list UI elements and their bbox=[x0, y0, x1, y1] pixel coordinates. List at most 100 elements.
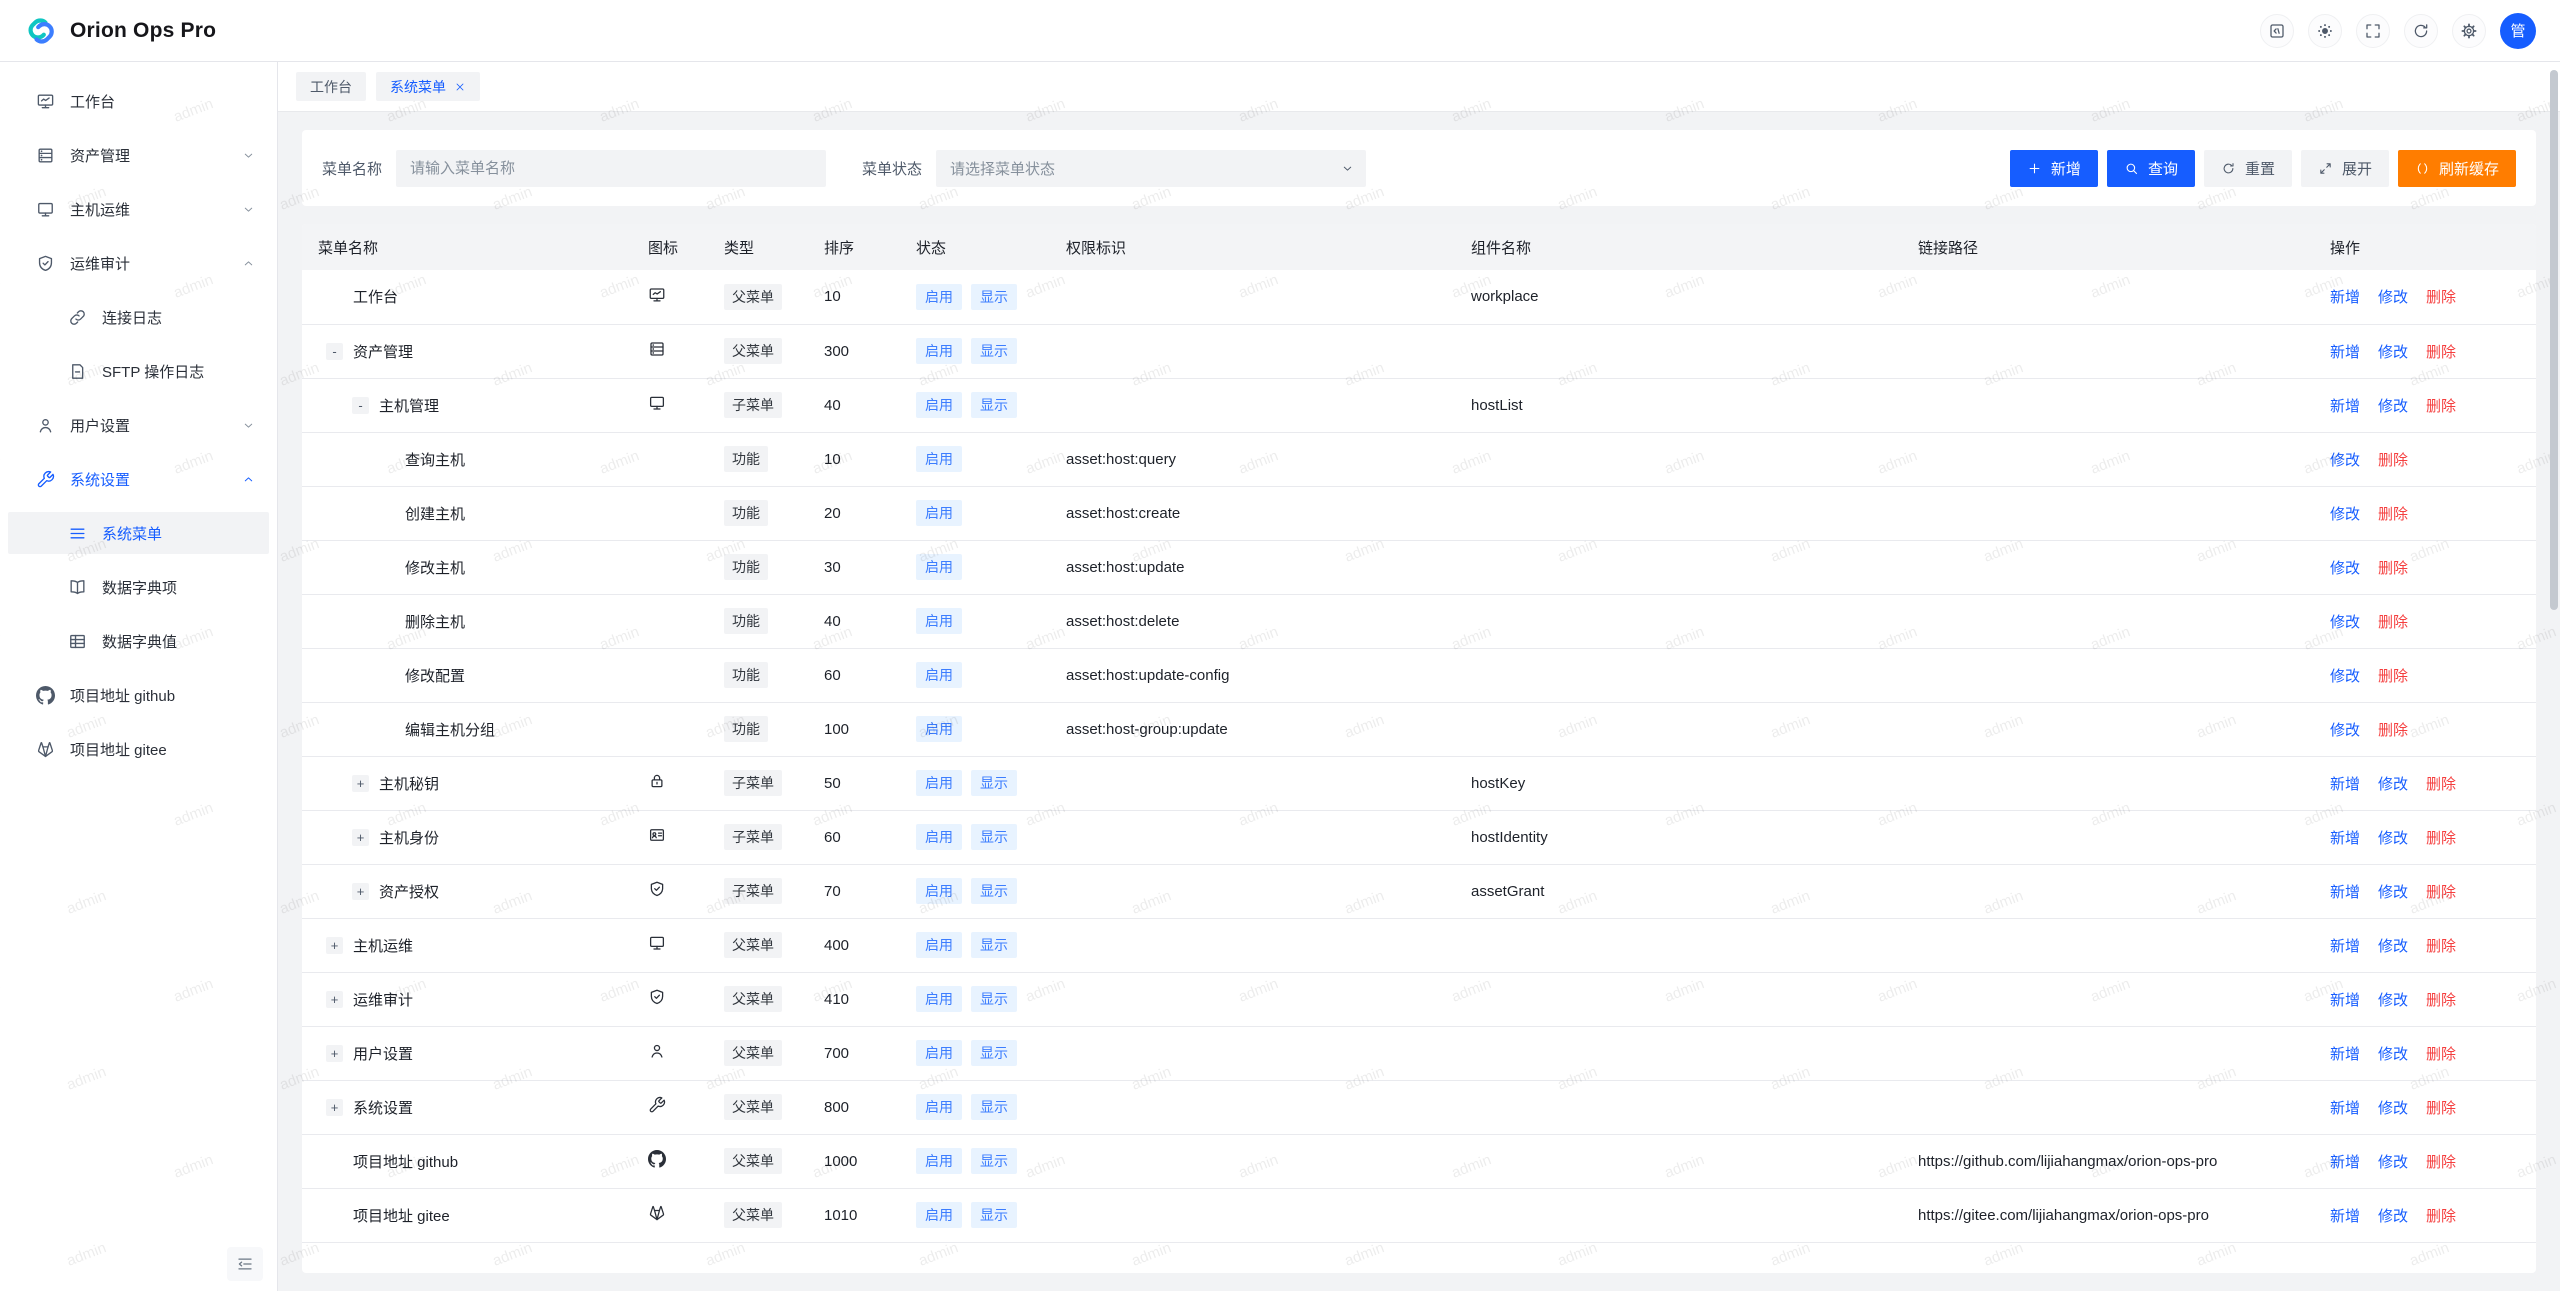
row-delete-link[interactable]: 删除 bbox=[2426, 289, 2456, 306]
column-header: 权限标识 bbox=[1050, 224, 1455, 270]
sidebar-item-ops-audit[interactable]: 运维审计 bbox=[8, 242, 269, 284]
menu-name-input[interactable] bbox=[396, 150, 826, 187]
row-edit-link[interactable]: 修改 bbox=[2330, 668, 2360, 685]
gear-button[interactable] bbox=[2452, 14, 2486, 48]
menu-type-cell: 父菜单 bbox=[708, 270, 808, 324]
sidebar-item-project-github[interactable]: 项目地址 github bbox=[8, 674, 269, 716]
row-delete-link[interactable]: 删除 bbox=[2426, 938, 2456, 955]
close-icon[interactable] bbox=[454, 81, 466, 93]
sidebar-item-workbench[interactable]: 工作台 bbox=[8, 80, 269, 122]
row-edit-link[interactable]: 修改 bbox=[2378, 1208, 2408, 1225]
row-delete-link[interactable]: 删除 bbox=[2426, 398, 2456, 415]
row-delete-link[interactable]: 删除 bbox=[2378, 722, 2408, 739]
sidebar-item-host-ops[interactable]: 主机运维 bbox=[8, 188, 269, 230]
row-delete-link[interactable]: 删除 bbox=[2378, 506, 2408, 523]
link-path-cell bbox=[1902, 972, 2314, 1026]
row-add-link[interactable]: 新增 bbox=[2330, 992, 2360, 1009]
row-edit-link[interactable]: 修改 bbox=[2330, 506, 2360, 523]
sidebar-item-dict-value[interactable]: 数据字典值 bbox=[8, 620, 269, 662]
add-button[interactable]: 新增 bbox=[2010, 150, 2098, 187]
row-delete-link[interactable]: 删除 bbox=[2426, 1154, 2456, 1171]
table-row: 创建主机功能20启用asset:host:create修改删除 bbox=[302, 486, 2536, 540]
row-edit-link[interactable]: 修改 bbox=[2378, 830, 2408, 847]
table-row: +资产授权子菜单70启用显示assetGrant新增修改删除 bbox=[302, 864, 2536, 918]
expand-row-button[interactable]: + bbox=[326, 1045, 343, 1062]
page-scrollbar[interactable] bbox=[2550, 70, 2558, 610]
row-delete-link[interactable]: 删除 bbox=[2378, 452, 2408, 469]
code-square-button[interactable] bbox=[2260, 14, 2294, 48]
row-add-link[interactable]: 新增 bbox=[2330, 1100, 2360, 1117]
row-add-link[interactable]: 新增 bbox=[2330, 938, 2360, 955]
row-edit-link[interactable]: 修改 bbox=[2378, 344, 2408, 361]
expand-row-button[interactable]: + bbox=[326, 991, 343, 1008]
row-delete-link[interactable]: 删除 bbox=[2426, 776, 2456, 793]
row-delete-link[interactable]: 删除 bbox=[2426, 1100, 2456, 1117]
menu-type-cell: 父菜单 bbox=[708, 324, 808, 378]
row-add-link[interactable]: 新增 bbox=[2330, 344, 2360, 361]
row-delete-link[interactable]: 删除 bbox=[2426, 1208, 2456, 1225]
menu-name-cell: +主机秘钥 bbox=[302, 756, 632, 810]
collapse-row-button[interactable]: - bbox=[326, 343, 343, 360]
row-edit-link[interactable]: 修改 bbox=[2378, 1154, 2408, 1171]
row-edit-link[interactable]: 修改 bbox=[2378, 992, 2408, 1009]
sidebar-item-system-menu[interactable]: 系统菜单 bbox=[8, 512, 269, 554]
reset-button[interactable]: 重置 bbox=[2204, 150, 2292, 187]
expand-button[interactable]: 展开 bbox=[2301, 150, 2389, 187]
row-edit-link[interactable]: 修改 bbox=[2378, 1046, 2408, 1063]
row-add-link[interactable]: 新增 bbox=[2330, 830, 2360, 847]
row-edit-link[interactable]: 修改 bbox=[2330, 452, 2360, 469]
tab-workbench[interactable]: 工作台 bbox=[296, 72, 366, 101]
sidebar-item-connect-log[interactable]: 连接日志 bbox=[8, 296, 269, 338]
tab-system-menu[interactable]: 系统菜单 bbox=[376, 72, 480, 101]
row-edit-link[interactable]: 修改 bbox=[2378, 776, 2408, 793]
search-button[interactable]: 查询 bbox=[2107, 150, 2195, 187]
expand-row-button[interactable]: + bbox=[326, 937, 343, 954]
sidebar-item-project-gitee[interactable]: 项目地址 gitee bbox=[8, 728, 269, 770]
row-delete-link[interactable]: 删除 bbox=[2426, 830, 2456, 847]
row-edit-link[interactable]: 修改 bbox=[2330, 560, 2360, 577]
row-edit-link[interactable]: 修改 bbox=[2378, 1100, 2408, 1117]
expand-row-button[interactable]: + bbox=[352, 883, 369, 900]
permission-cell: asset:host:delete bbox=[1050, 594, 1455, 648]
row-edit-link[interactable]: 修改 bbox=[2378, 289, 2408, 306]
sidebar-item-user-settings[interactable]: 用户设置 bbox=[8, 404, 269, 446]
row-add-link[interactable]: 新增 bbox=[2330, 398, 2360, 415]
row-delete-link[interactable]: 删除 bbox=[2378, 668, 2408, 685]
row-add-link[interactable]: 新增 bbox=[2330, 1046, 2360, 1063]
expander-spacer bbox=[326, 1207, 343, 1224]
row-add-link[interactable]: 新增 bbox=[2330, 776, 2360, 793]
sidebar-collapse-button[interactable] bbox=[227, 1247, 263, 1281]
row-edit-link[interactable]: 修改 bbox=[2330, 722, 2360, 739]
row-add-link[interactable]: 新增 bbox=[2330, 289, 2360, 306]
row-add-link[interactable]: 新增 bbox=[2330, 1154, 2360, 1171]
row-edit-link[interactable]: 修改 bbox=[2378, 398, 2408, 415]
sidebar-item-sftp-log[interactable]: SFTP 操作日志 bbox=[8, 350, 269, 392]
row-add-link[interactable]: 新增 bbox=[2330, 884, 2360, 901]
fullscreen-button[interactable] bbox=[2356, 14, 2390, 48]
row-edit-link[interactable]: 修改 bbox=[2330, 614, 2360, 631]
row-delete-link[interactable]: 删除 bbox=[2426, 884, 2456, 901]
row-edit-link[interactable]: 修改 bbox=[2378, 884, 2408, 901]
type-badge: 功能 bbox=[724, 554, 768, 580]
row-delete-link[interactable]: 删除 bbox=[2426, 992, 2456, 1009]
expand-row-button[interactable]: + bbox=[326, 1099, 343, 1116]
row-delete-link[interactable]: 删除 bbox=[2378, 560, 2408, 577]
row-add-link[interactable]: 新增 bbox=[2330, 1208, 2360, 1225]
row-edit-link[interactable]: 修改 bbox=[2378, 938, 2408, 955]
expand-row-button[interactable]: + bbox=[352, 829, 369, 846]
collapse-row-button[interactable]: - bbox=[352, 397, 369, 414]
sidebar-item-asset-management[interactable]: 资产管理 bbox=[8, 134, 269, 176]
expand-row-button[interactable]: + bbox=[352, 775, 369, 792]
menu-name-cell: 修改主机 bbox=[302, 540, 632, 594]
sidebar-item-system-settings[interactable]: 系统设置 bbox=[8, 458, 269, 500]
row-delete-link[interactable]: 删除 bbox=[2378, 614, 2408, 631]
theme-sun-button[interactable] bbox=[2308, 14, 2342, 48]
permission-cell bbox=[1050, 1080, 1455, 1134]
refresh-cache-button[interactable]: 刷新缓存 bbox=[2398, 150, 2516, 187]
refresh-button[interactable] bbox=[2404, 14, 2438, 48]
menu-status-select[interactable]: 请选择菜单状态 bbox=[936, 150, 1366, 187]
sidebar-item-dict-key[interactable]: 数据字典项 bbox=[8, 566, 269, 608]
row-delete-link[interactable]: 删除 bbox=[2426, 344, 2456, 361]
avatar[interactable]: 管 bbox=[2500, 13, 2536, 49]
row-delete-link[interactable]: 删除 bbox=[2426, 1046, 2456, 1063]
